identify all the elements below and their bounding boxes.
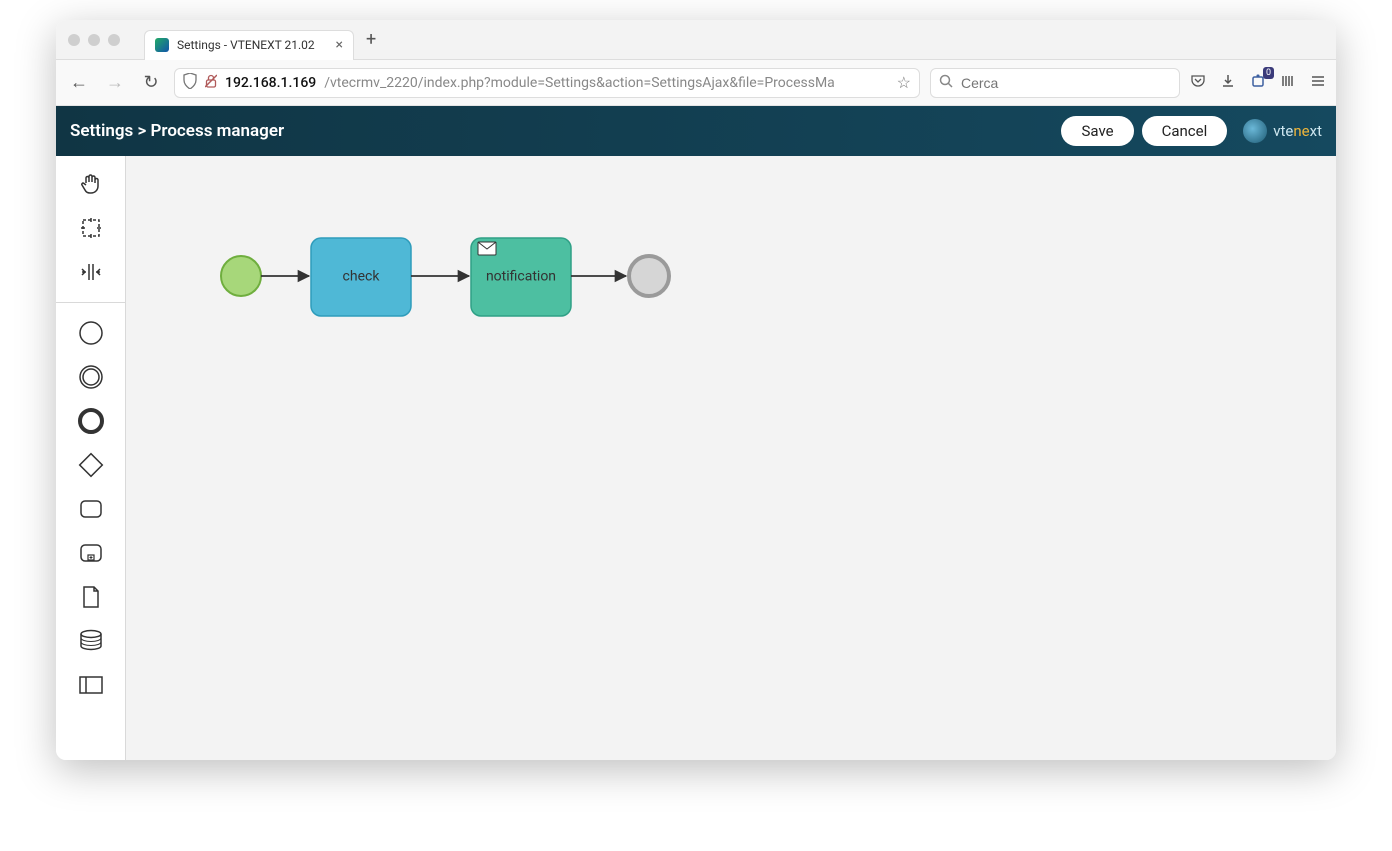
cancel-button[interactable]: Cancel (1142, 116, 1228, 146)
download-icon[interactable] (1220, 73, 1236, 93)
library-icon[interactable] (1280, 73, 1296, 93)
start-event-icon[interactable] (73, 315, 109, 351)
close-window-icon[interactable] (68, 34, 80, 46)
menu-icon[interactable] (1310, 73, 1326, 93)
extension-icon[interactable]: 0 (1250, 73, 1266, 93)
task-icon[interactable] (73, 491, 109, 527)
forward-button[interactable]: → (102, 72, 128, 93)
intermediate-event-icon[interactable] (73, 359, 109, 395)
start-event-node[interactable] (221, 256, 261, 296)
lasso-tool-icon[interactable] (73, 210, 109, 246)
bpmn-diagram: check notification (126, 156, 1326, 756)
pocket-icon[interactable] (1190, 73, 1206, 93)
data-store-icon[interactable] (73, 623, 109, 659)
search-input[interactable] (961, 75, 1171, 91)
minimize-window-icon[interactable] (88, 34, 100, 46)
subprocess-icon[interactable] (73, 535, 109, 571)
url-host: 192.168.1.169 (225, 75, 316, 91)
close-tab-icon[interactable]: × (336, 37, 343, 53)
task-notification-label: notification (486, 269, 556, 285)
breadcrumb: Settings > Process manager (70, 121, 284, 141)
titlebar: Settings - VTENEXT 21.02 × + (56, 20, 1336, 60)
hand-tool-icon[interactable] (73, 166, 109, 202)
diagram-canvas[interactable]: check notification (126, 156, 1336, 760)
url-path: /vtecrmv_2220/index.php?module=Settings&… (324, 75, 888, 91)
data-object-icon[interactable] (73, 579, 109, 615)
main-area: check notification (56, 156, 1336, 760)
url-bar[interactable]: 192.168.1.169 /vtecrmv_2220/index.php?mo… (174, 68, 920, 98)
logo-text: vtenenextxt (1273, 122, 1322, 140)
save-button[interactable]: Save (1061, 116, 1133, 146)
reload-button[interactable]: ↻ (138, 72, 164, 93)
back-button[interactable]: ← (66, 72, 92, 93)
search-icon (939, 74, 953, 92)
logo: vtenenextxt (1243, 119, 1322, 143)
browser-tab[interactable]: Settings - VTENEXT 21.02 × (144, 30, 354, 60)
new-tab-button[interactable]: + (366, 29, 376, 50)
browser-window: Settings - VTENEXT 21.02 × + ← → ↻ 192.1… (56, 20, 1336, 760)
task-check-label: check (343, 269, 381, 285)
bookmark-star-icon[interactable]: ☆ (897, 73, 911, 92)
extension-badge: 0 (1263, 67, 1274, 79)
gateway-icon[interactable] (73, 447, 109, 483)
tool-palette (56, 156, 126, 760)
toolbar-right-icons: 0 (1190, 73, 1326, 93)
browser-toolbar: ← → ↻ 192.168.1.169 /vtecrmv_2220/index.… (56, 60, 1336, 106)
maximize-window-icon[interactable] (108, 34, 120, 46)
palette-separator (56, 302, 125, 303)
end-event-node[interactable] (629, 256, 669, 296)
search-bar[interactable] (930, 68, 1180, 98)
participant-icon[interactable] (73, 667, 109, 703)
favicon-icon (155, 38, 169, 52)
end-event-icon[interactable] (73, 403, 109, 439)
tab-title: Settings - VTENEXT 21.02 (177, 38, 328, 52)
space-tool-icon[interactable] (73, 254, 109, 290)
app-header: Settings > Process manager Save Cancel v… (56, 106, 1336, 156)
shield-icon[interactable] (183, 73, 197, 93)
lock-icon[interactable] (205, 74, 217, 92)
logo-icon (1243, 119, 1267, 143)
window-controls (68, 34, 120, 46)
